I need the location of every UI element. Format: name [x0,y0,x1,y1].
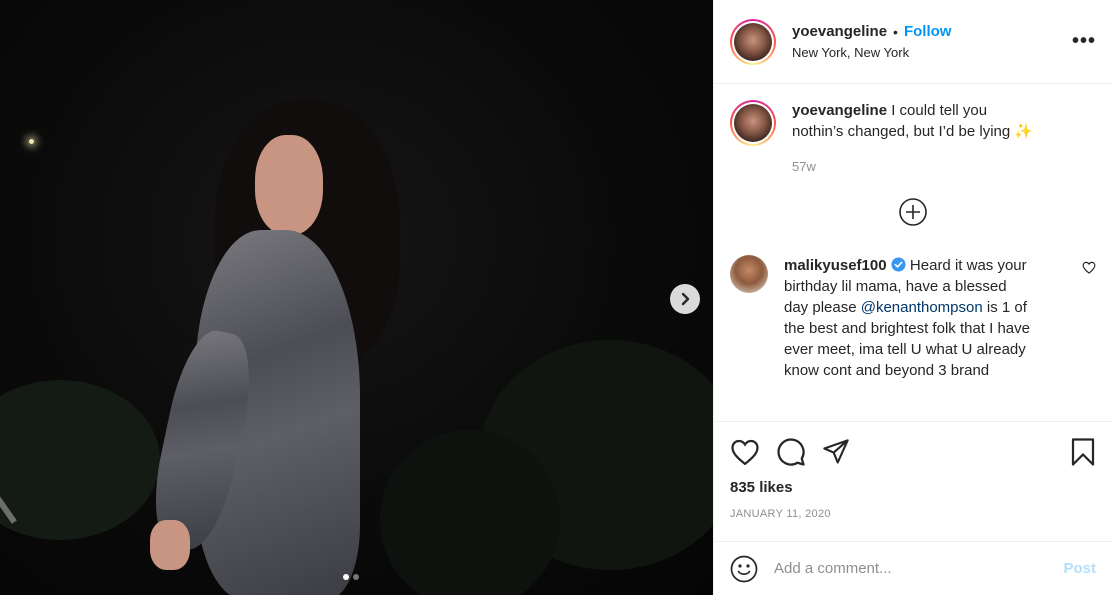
post-actions: 835 likes JANUARY 11, 2020 [714,421,1112,541]
follow-button[interactable]: Follow [904,23,952,40]
carousel-indicator [343,574,359,580]
username-link[interactable]: yoevangeline [792,23,887,40]
post-date[interactable]: JANUARY 11, 2020 [730,508,1096,520]
comment-username[interactable]: malikyusef100 [784,257,887,274]
background-foliage [0,380,160,540]
post-photo[interactable] [0,0,713,595]
post-comment-button[interactable]: Post [1063,560,1096,577]
street-light [29,139,34,144]
comments-list[interactable]: yoevangeline I could tell you nothin’s c… [714,84,1112,421]
carousel-dot [353,574,359,580]
story-ring[interactable] [730,18,776,65]
comment-item: malikyusef100 Heard it was your birthday… [730,255,1096,381]
post-modal: yoevangeline • Follow New York, New York… [0,0,1112,595]
caption: yoevangeline I could tell you nothin’s c… [730,100,1096,177]
like-comment-heart-icon[interactable] [1082,261,1096,274]
smiley-icon[interactable] [730,555,758,583]
carousel-dot-active [343,574,349,580]
post-side-panel: yoevangeline • Follow New York, New York… [713,0,1112,595]
story-ring[interactable] [730,100,776,146]
caption-timestamp[interactable]: 57w [792,156,1042,177]
avatar[interactable] [734,104,772,142]
paper-plane-icon[interactable] [822,438,850,466]
more-options-button[interactable]: ••• [1072,30,1096,53]
bookmark-icon[interactable] [1070,437,1096,467]
chevron-right-icon [681,292,690,306]
add-comment-bar: Post [714,541,1112,595]
face [255,135,323,235]
verified-badge-icon [891,257,906,272]
plus-circle-icon[interactable] [898,197,928,227]
likes-count[interactable]: 835 likes [730,479,1096,496]
mention-link[interactable]: @kenanthompson [861,299,983,316]
hand [150,520,190,570]
avatar[interactable] [734,22,772,61]
next-photo-button[interactable] [670,284,700,314]
commenter-avatar[interactable] [730,255,768,293]
comment-icon[interactable] [776,437,806,467]
comment-input[interactable] [774,560,1064,577]
location-link[interactable]: New York, New York [792,45,951,60]
background-foliage [380,430,560,595]
post-header: yoevangeline • Follow New York, New York… [714,0,1112,84]
caption-username[interactable]: yoevangeline [792,102,887,119]
separator-bullet: • [893,23,898,40]
heart-icon[interactable] [730,438,760,466]
